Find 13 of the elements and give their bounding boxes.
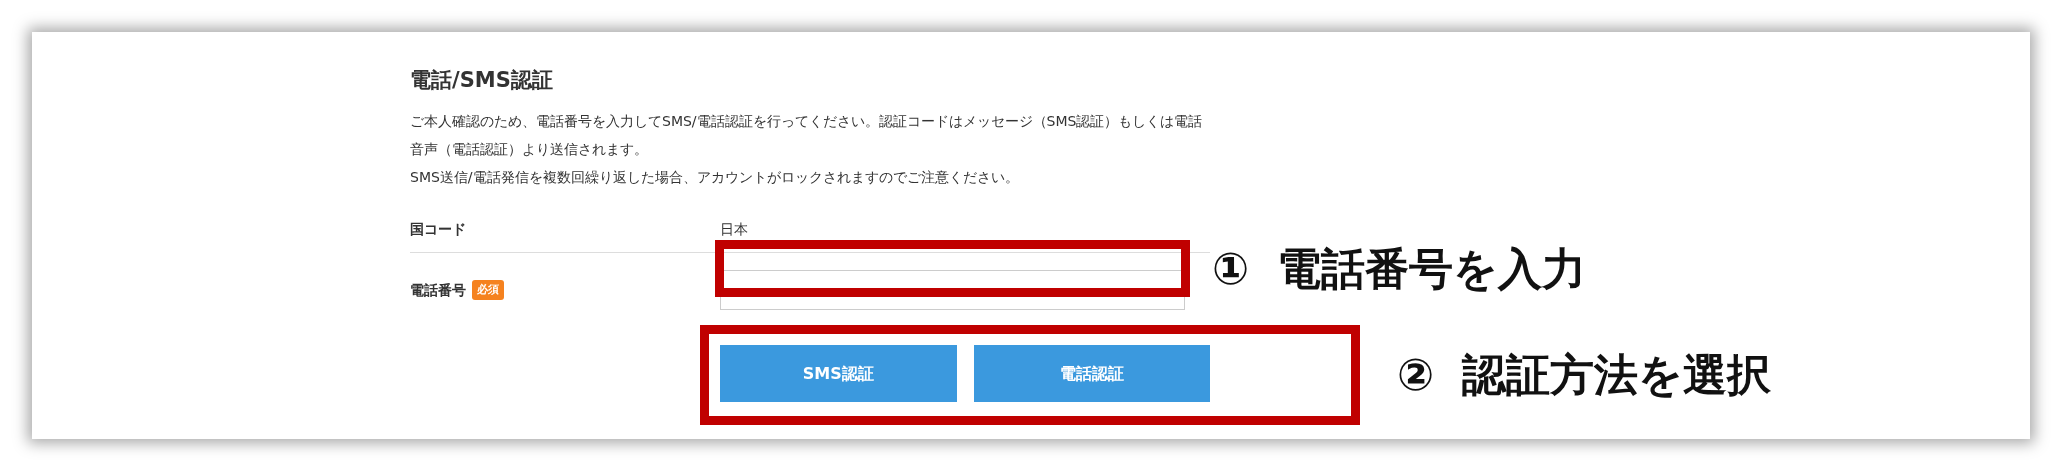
field-label: 電話番号 xyxy=(410,280,466,300)
step-number: ② xyxy=(1397,348,1435,402)
description-text: SMS送信/電話発信を複数回繰り返した場合、アカウントがロックされますのでご注意ください。 xyxy=(410,168,1020,188)
required-badge: 必須 xyxy=(472,279,504,301)
section-title: 電話/SMS認証 xyxy=(410,68,554,94)
annotation-text: 認証方法を選択 xyxy=(1462,348,1772,402)
field-label: 国コード xyxy=(410,220,466,240)
field-value: 日本 xyxy=(720,220,748,240)
description-text: ご本人確認のため、電話番号を入力してSMS/電話認証を行ってください。認証コードはメッセージ（SMS認証）もしくは電話音声（電話認証）より送信されます。 xyxy=(410,112,1204,160)
annotation-text: 電話番号を入力 xyxy=(1277,242,1587,296)
auth-button[interactable]: SMS認証 xyxy=(720,345,957,403)
auth-button[interactable]: 電話認証 xyxy=(973,345,1210,403)
step-number: ① xyxy=(1212,242,1250,296)
